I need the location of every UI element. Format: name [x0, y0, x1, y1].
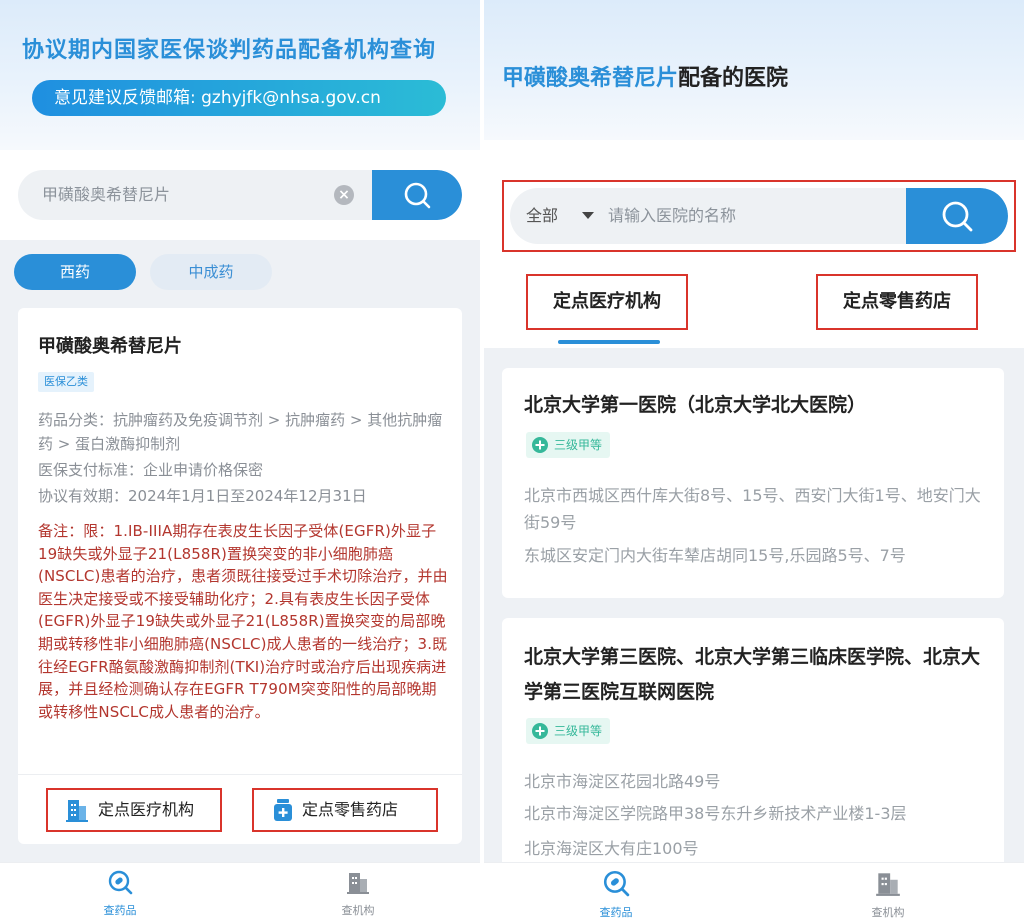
search-highlight-box: 全部 请输入医院的名称 [502, 180, 1016, 252]
hospital-address: 北京市西城区西什库大街8号、15号、西安门大街1号、地安门大街59号 [524, 486, 981, 532]
agreement-validity: 协议有效期：2024年1月1日至2024年12月31日 [38, 487, 367, 505]
tab-western-medicine[interactable]: 西药 [14, 254, 136, 290]
payment-standard: 医保支付标准：企业申请价格保密 [38, 461, 264, 479]
insurance-class-badge: 医保乙类 [38, 372, 94, 392]
tab-retail-pharmacy[interactable]: 定点零售药店 [816, 274, 978, 330]
hospital-address: 北京市海淀区花园北路49号 [524, 772, 721, 791]
hospital-grade-label: 三级甲等 [554, 438, 603, 452]
nav-drug-query-label: 查药品 [599, 906, 633, 919]
search-section: 甲磺酸奥希替尼片 × [0, 150, 480, 240]
hospital-grade-badge: 三级甲等 [526, 718, 611, 744]
search-section: 全部 请输入医院的名称 [484, 140, 1024, 268]
hospital-card[interactable]: 北京大学第一医院（北京大学北大医院） 三级甲等 北京市西城区西什库大街8号、15… [502, 368, 1004, 598]
hospital-search-input[interactable]: 请输入医院的名称 [608, 188, 736, 244]
plus-circle-icon [532, 723, 548, 739]
nav-institution-query-label: 查机构 [871, 906, 905, 919]
drug-query-screen: 协议期内国家医保谈判药品配备机构查询 意见建议反馈邮箱: gzhyjfk@nhs… [0, 0, 480, 924]
title-drug-name: 甲磺酸奥希替尼片 [502, 66, 679, 91]
hospital-grade-label: 三级甲等 [554, 724, 603, 738]
medical-institution-button[interactable]: 定点医疗机构 [46, 788, 222, 832]
region-scope-select[interactable]: 全部 [526, 188, 558, 244]
hospital-grade-badge: 三级甲等 [526, 432, 611, 458]
pharmacy-icon [274, 799, 292, 821]
page-title: 甲磺酸奥希替尼片配备的医院 [502, 60, 788, 92]
pill-search-icon [603, 870, 630, 897]
active-tab-indicator [558, 340, 660, 344]
bottom-nav: 查药品 查机构 [0, 862, 480, 924]
hospital-name: 北京大学第三医院、北京大学第三临床医学院、北京大学第三医院互联网医院 [524, 646, 981, 703]
nav-drug-query[interactable]: 查药品 [80, 869, 160, 918]
caret-down-icon[interactable] [582, 212, 594, 219]
feedback-email-banner: 意见建议反馈邮箱: gzhyjfk@nhsa.gov.cn [32, 80, 446, 116]
drug-name: 甲磺酸奥希替尼片 [38, 336, 182, 357]
hospital-search-bar: 全部 请输入医院的名称 [510, 188, 1008, 244]
drug-category: 药品分类：抗肿瘤药及免疫调节剂 > 抗肿瘤药 > 其他抗肿瘤药 > 蛋白激酶抑制… [38, 411, 443, 453]
plus-circle-icon [532, 437, 548, 453]
search-icon [404, 182, 431, 209]
nav-institution-query[interactable]: 查机构 [848, 869, 928, 920]
hospital-address: 北京海淀区大有庄100号 [524, 839, 699, 858]
page-title: 协议期内国家医保谈判药品配备机构查询 [22, 38, 437, 63]
card-divider [18, 774, 462, 775]
hospital-name: 北京大学第一医院（北京大学北大医院） [524, 394, 867, 416]
hospital-address: 东城区安定门内大街车辇店胡同15号,乐园路5号、7号 [524, 546, 906, 565]
bottom-nav: 查药品 查机构 [484, 862, 1024, 924]
tab-medical-institution[interactable]: 定点医疗机构 [526, 274, 688, 330]
nav-drug-query[interactable]: 查药品 [576, 869, 656, 920]
search-icon [942, 201, 973, 232]
retail-pharmacy-button[interactable]: 定点零售药店 [252, 788, 438, 832]
building-icon [876, 873, 900, 896]
hospital-address: 北京市海淀区学院路甲38号东升乡新技术产业楼1-3层 [524, 804, 907, 823]
drug-search-bar: 甲磺酸奥希替尼片 × [18, 170, 462, 220]
medical-institution-label: 定点医疗机构 [98, 800, 195, 819]
hospital-card[interactable]: 北京大学第三医院、北京大学第三临床医学院、北京大学第三医院互联网医院 三级甲等 … [502, 618, 1004, 878]
clear-icon[interactable]: × [334, 185, 354, 205]
search-button[interactable] [372, 170, 462, 220]
institution-type-tabs: 定点医疗机构 定点零售药店 [484, 268, 1024, 348]
nav-institution-query-label: 查机构 [341, 904, 375, 917]
hospital-icon [66, 800, 88, 822]
building-icon [347, 873, 369, 894]
header-banner [0, 0, 480, 150]
retail-pharmacy-label: 定点零售药店 [302, 800, 399, 819]
nav-institution-query[interactable]: 查机构 [318, 869, 398, 918]
drug-remark: 备注：限：1.IB-IIIA期存在表皮生长因子受体(EGFR)外显子19缺失或外… [38, 522, 448, 721]
drug-card: 甲磺酸奥希替尼片 医保乙类 药品分类：抗肿瘤药及免疫调节剂 > 抗肿瘤药 > 其… [18, 308, 462, 844]
nav-drug-query-label: 查药品 [103, 904, 137, 917]
pill-search-icon [108, 870, 133, 895]
drug-search-input[interactable]: 甲磺酸奥希替尼片 [42, 170, 170, 220]
title-suffix: 配备的医院 [678, 66, 789, 91]
search-button[interactable] [906, 188, 1008, 244]
hospital-list-screen: 甲磺酸奥希替尼片配备的医院 全部 请输入医院的名称 定点医疗机构 定点零售药店 … [484, 0, 1024, 924]
tab-chinese-patent-medicine[interactable]: 中成药 [150, 254, 272, 290]
